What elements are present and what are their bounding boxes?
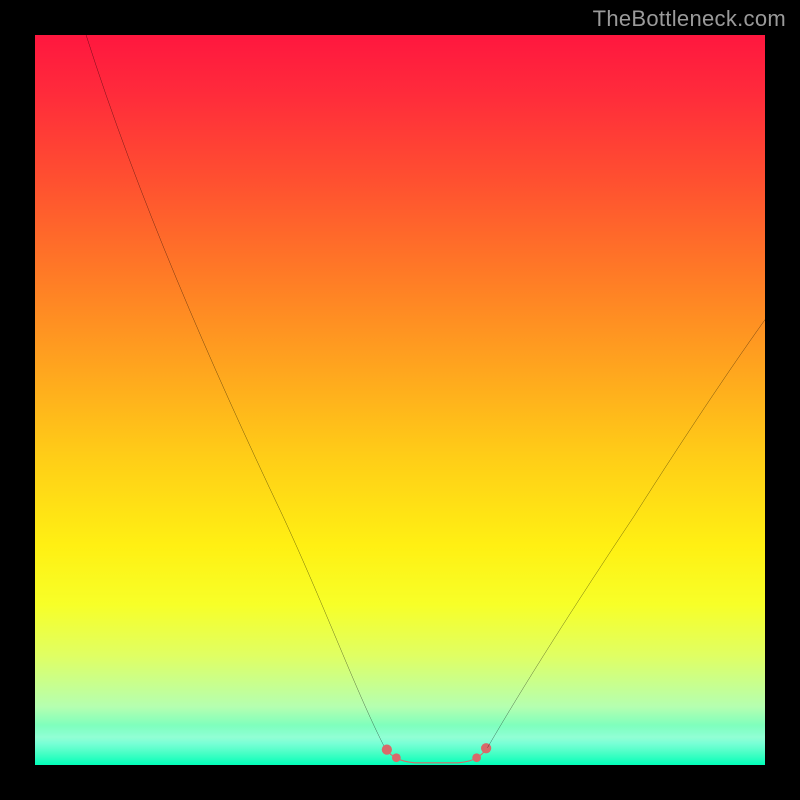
valley-dot-right bbox=[481, 743, 491, 753]
curve-right bbox=[488, 320, 765, 748]
valley-dot-left bbox=[382, 745, 392, 755]
chart-frame: TheBottleneck.com bbox=[0, 0, 800, 800]
valley-dot-left2 bbox=[392, 753, 401, 762]
valley-dot-right2 bbox=[472, 753, 481, 762]
watermark-text: TheBottleneck.com bbox=[593, 6, 786, 32]
curve-left bbox=[86, 35, 385, 749]
curve-valley bbox=[385, 747, 487, 762]
chart-curve-layer bbox=[35, 35, 765, 765]
plot-area bbox=[35, 35, 765, 765]
